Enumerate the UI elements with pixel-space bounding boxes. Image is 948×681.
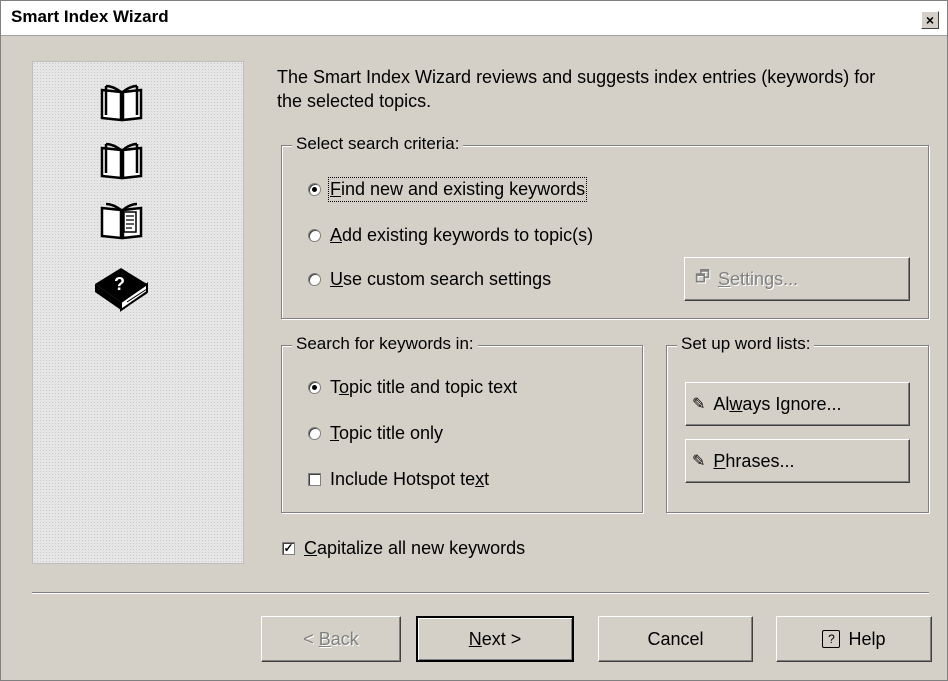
search-criteria-label: Select search criteria:	[292, 134, 464, 154]
phrases-list-icon: ✎	[692, 453, 706, 470]
settings-button[interactable]: 🗗 Settings...	[684, 257, 910, 301]
open-book-icon	[100, 84, 143, 122]
checkbox[interactable]	[308, 473, 321, 486]
radio-custom-settings[interactable]: Use custom search settings	[308, 269, 551, 290]
wizard-side-panel: ?	[32, 61, 244, 564]
radio-label: Topic title only	[330, 423, 444, 443]
ignore-list-icon: ✎	[692, 396, 706, 413]
radio-title-only[interactable]: Topic title only	[308, 423, 443, 444]
settings-icon: 🗗	[695, 268, 711, 286]
radio-button[interactable]	[308, 229, 321, 242]
checkbox-label: Include Hotspot text	[330, 469, 490, 489]
title-bar: Smart Index Wizard ×	[1, 1, 947, 36]
checkbox-label: Capitalize all new keywords	[304, 538, 526, 558]
word-lists-group: Set up word lists: ✎ Always Ignore... ✎ …	[666, 334, 929, 513]
search-in-label: Search for keywords in:	[292, 334, 478, 354]
radio-add-existing[interactable]: Add existing keywords to topic(s)	[308, 225, 593, 246]
checkbox[interactable]: ✓	[282, 542, 295, 555]
radio-find-new-existing[interactable]: Find new and existing keywords	[308, 177, 588, 202]
checkbox-include-hotspot[interactable]: Include Hotspot text	[308, 469, 489, 490]
next-button[interactable]: Next >	[416, 616, 574, 662]
radio-button[interactable]	[308, 183, 321, 196]
window-title: Smart Index Wizard	[11, 7, 169, 26]
smart-index-wizard-dialog: Smart Index Wizard × ? The Smart Index W…	[0, 0, 948, 681]
search-in-group: Search for keywords in: Topic title and …	[281, 334, 643, 513]
back-button[interactable]: < Back	[261, 616, 401, 662]
help-icon: ?	[822, 630, 841, 648]
radio-label: Find new and existing keywords	[327, 177, 588, 202]
always-ignore-button[interactable]: ✎ Always Ignore...	[685, 382, 910, 426]
help-button[interactable]: ? Help	[776, 616, 932, 662]
radio-label: Use custom search settings	[330, 269, 552, 289]
radio-button[interactable]	[308, 273, 321, 286]
radio-label: Add existing keywords to topic(s)	[330, 225, 594, 245]
intro-text: The Smart Index Wizard reviews and sugge…	[277, 67, 876, 111]
search-criteria-group: Select search criteria: Find new and exi…	[281, 134, 929, 319]
phrases-button[interactable]: ✎ Phrases...	[685, 439, 910, 483]
radio-label: Topic title and topic text	[330, 377, 518, 397]
help-book-icon: ?	[95, 268, 148, 312]
close-button[interactable]: ×	[921, 11, 939, 29]
footer-separator	[32, 592, 929, 594]
checkbox-capitalize[interactable]: ✓ Capitalize all new keywords	[282, 538, 525, 559]
radio-title-and-text[interactable]: Topic title and topic text	[308, 377, 517, 398]
word-lists-label: Set up word lists:	[677, 334, 815, 354]
radio-button[interactable]	[308, 381, 321, 394]
radio-button[interactable]	[308, 427, 321, 440]
svg-text:?: ?	[114, 274, 125, 294]
book-page-icon	[100, 202, 143, 240]
open-book-icon	[100, 142, 143, 180]
cancel-button[interactable]: Cancel	[598, 616, 753, 662]
